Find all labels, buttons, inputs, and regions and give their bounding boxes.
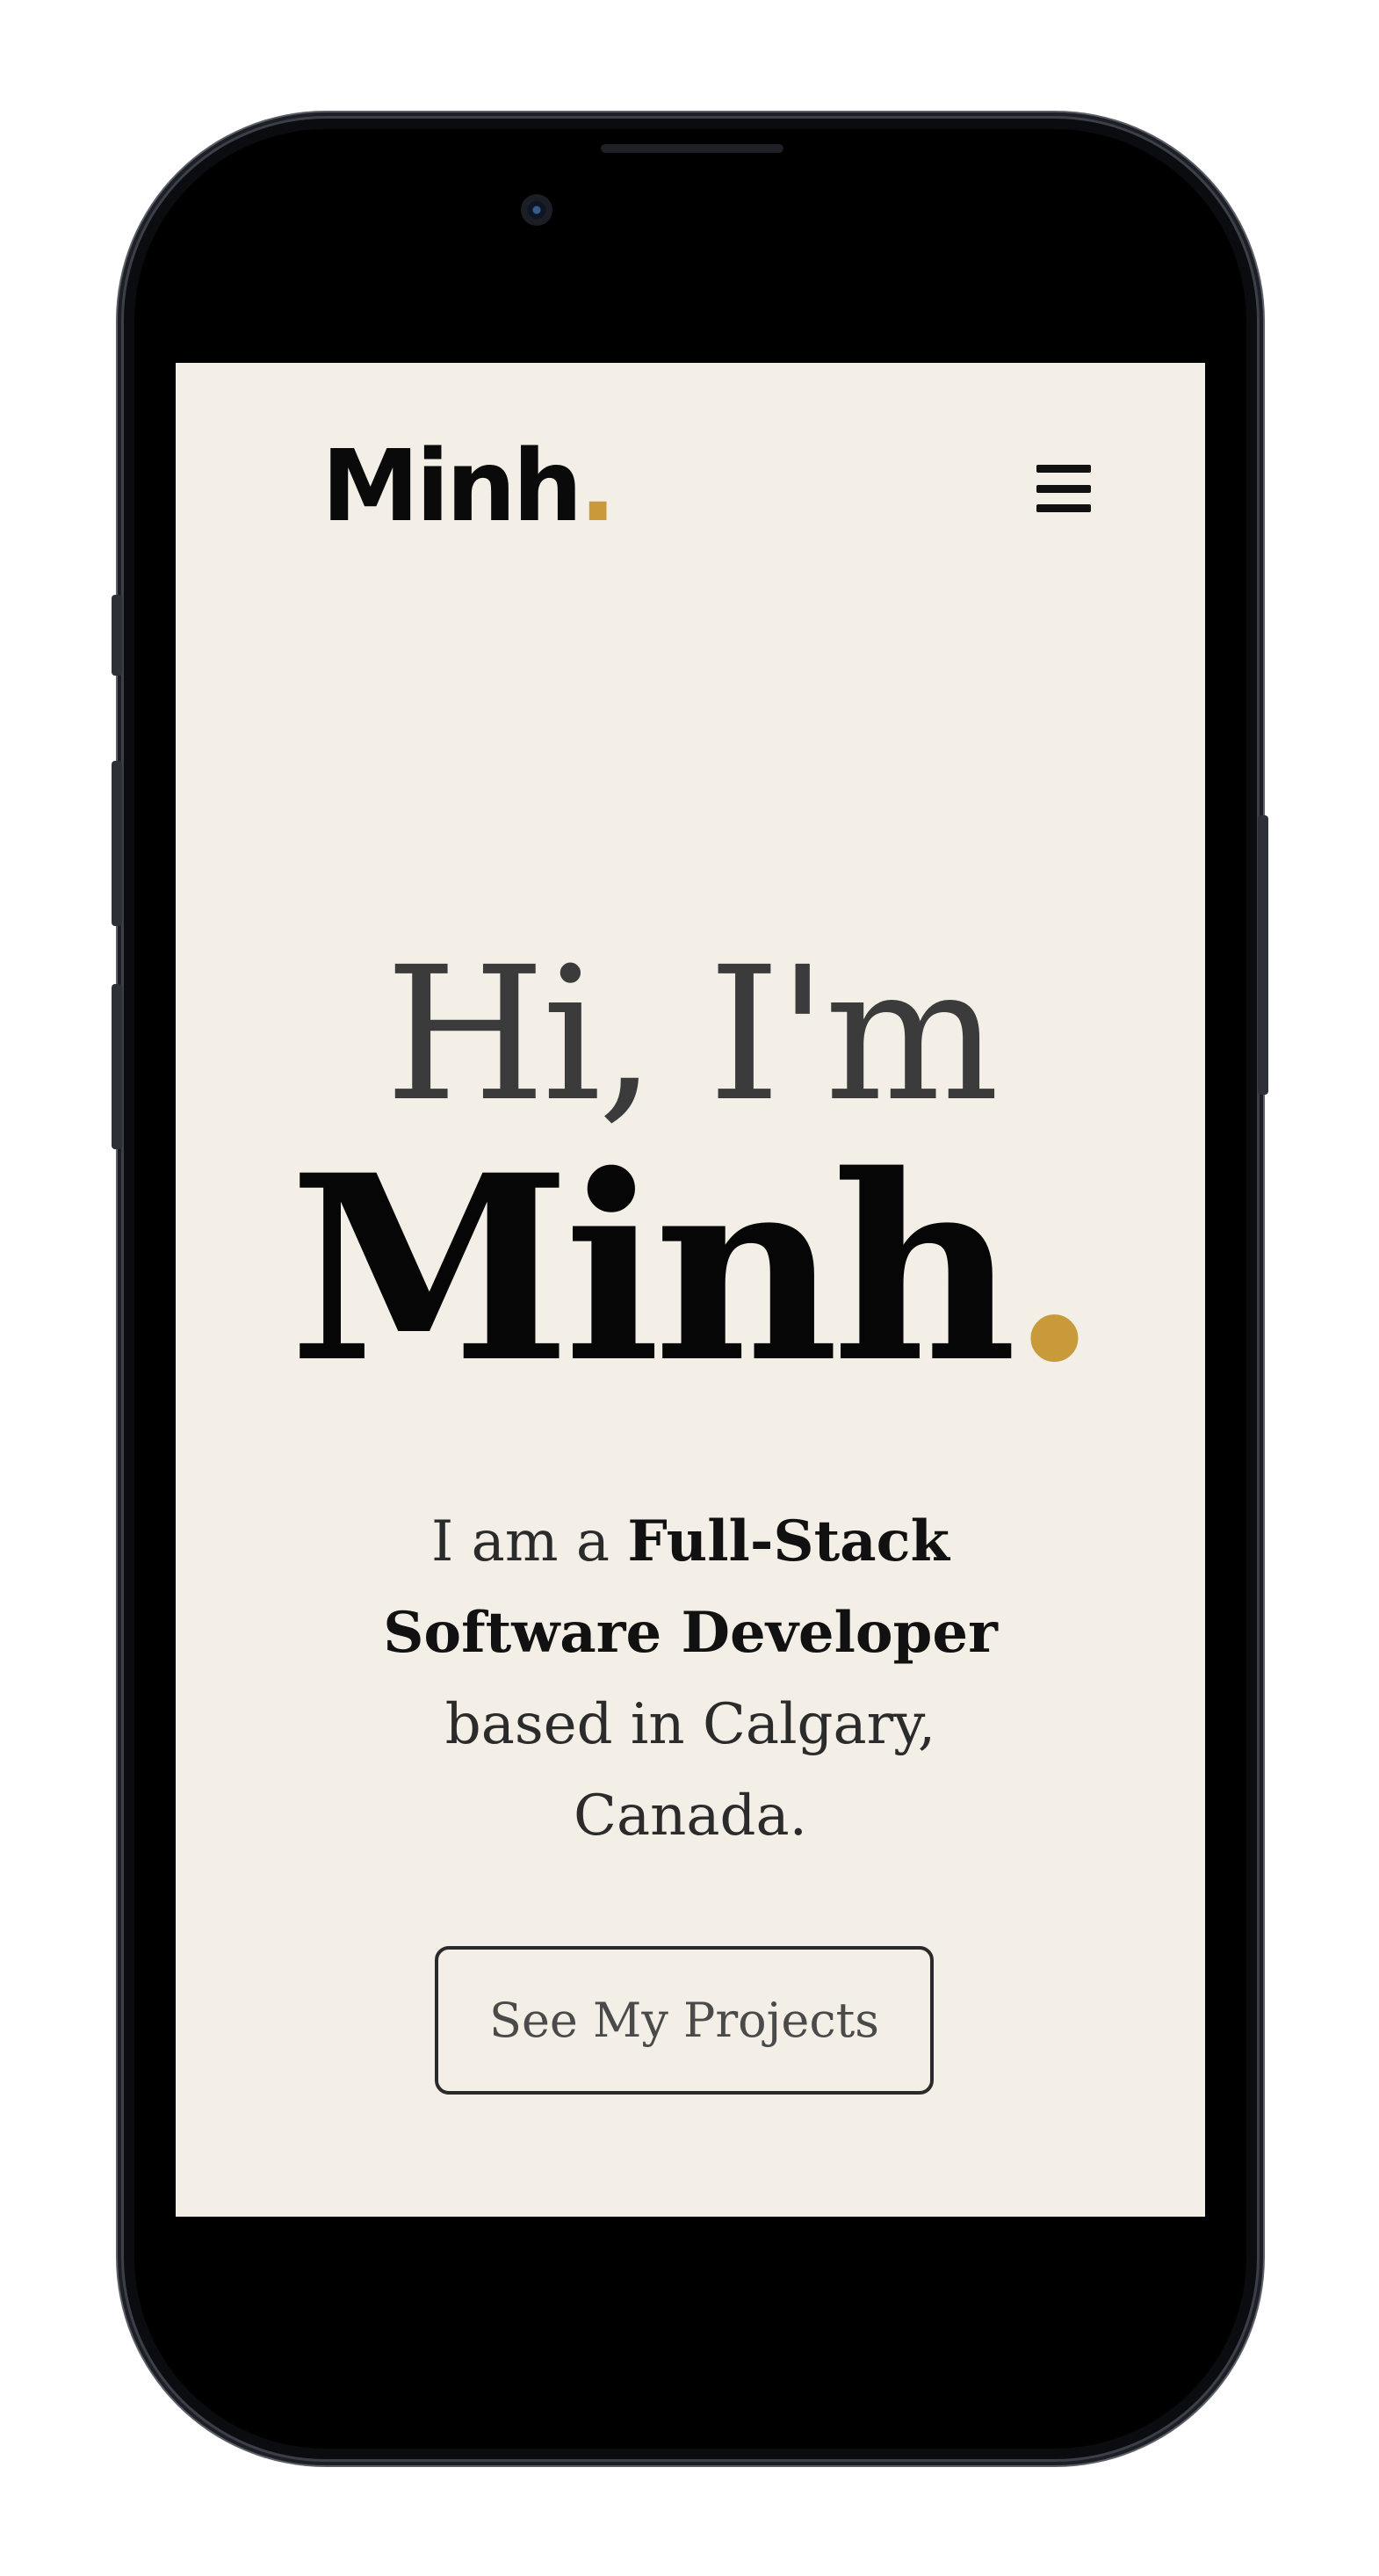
mute-switch	[112, 595, 122, 676]
intro-suffix: based in Calgary, Canada.	[444, 1692, 936, 1849]
hero-greeting: Hi, I'm	[385, 927, 1000, 1142]
power-button	[1258, 815, 1268, 1095]
see-projects-button[interactable]: See My Projects	[435, 1946, 934, 2095]
intro-prefix: I am a	[431, 1509, 628, 1574]
site-logo[interactable]: Minh.	[321, 438, 617, 536]
hamburger-menu-button[interactable]	[1036, 465, 1091, 512]
hamburger-icon-line	[1036, 484, 1091, 493]
front-camera-icon	[521, 194, 552, 226]
hero-intro: I am a Full-Stack Software Developer bas…	[325, 1496, 1056, 1862]
speaker-grille	[601, 144, 783, 153]
hero-name: Minh.	[176, 1142, 1205, 1397]
volume-up-button	[112, 761, 122, 926]
volume-down-button	[112, 984, 122, 1149]
website-screen: Minh. Hi, I'm Minh. I am a Full-Stack So…	[176, 363, 1205, 2217]
hamburger-icon-line	[1036, 504, 1091, 512]
logo-dot: .	[579, 430, 617, 544]
logo-text: Minh	[321, 430, 582, 544]
hamburger-icon-line	[1036, 465, 1091, 473]
hero-name-dot: .	[1009, 1120, 1099, 1419]
hero-name-text: Minh	[289, 1120, 1017, 1419]
